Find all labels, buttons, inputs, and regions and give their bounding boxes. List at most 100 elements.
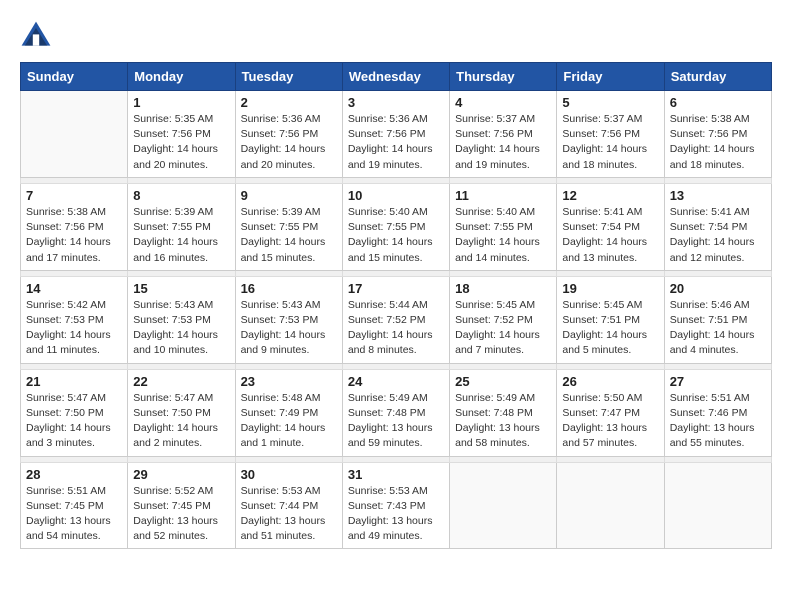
day-detail: Sunrise: 5:40 AMSunset: 7:55 PMDaylight:…	[455, 205, 551, 266]
calendar-cell: 27 Sunrise: 5:51 AMSunset: 7:46 PMDayligh…	[664, 369, 771, 456]
day-detail: Sunrise: 5:47 AMSunset: 7:50 PMDaylight:…	[133, 391, 229, 452]
day-detail: Sunrise: 5:48 AMSunset: 7:49 PMDaylight:…	[241, 391, 337, 452]
day-detail: Sunrise: 5:37 AMSunset: 7:56 PMDaylight:…	[455, 112, 551, 173]
day-number: 28	[26, 467, 122, 482]
day-number: 27	[670, 374, 766, 389]
day-detail: Sunrise: 5:42 AMSunset: 7:53 PMDaylight:…	[26, 298, 122, 359]
calendar-cell: 17 Sunrise: 5:44 AMSunset: 7:52 PMDayligh…	[342, 276, 449, 363]
day-number: 11	[455, 188, 551, 203]
calendar-cell: 15Sunrise: 5:43 AMSunset: 7:53 PMDayligh…	[128, 276, 235, 363]
column-header-wednesday: Wednesday	[342, 63, 449, 91]
calendar-week-row: 1 Sunrise: 5:35 AMSunset: 7:56 PMDaylight…	[21, 91, 772, 178]
column-header-friday: Friday	[557, 63, 664, 91]
day-detail: Sunrise: 5:39 AMSunset: 7:55 PMDaylight:…	[133, 205, 229, 266]
day-detail: Sunrise: 5:41 AMSunset: 7:54 PMDaylight:…	[670, 205, 766, 266]
column-header-saturday: Saturday	[664, 63, 771, 91]
calendar-cell: 1 Sunrise: 5:35 AMSunset: 7:56 PMDaylight…	[128, 91, 235, 178]
day-detail: Sunrise: 5:43 AMSunset: 7:53 PMDaylight:…	[133, 298, 229, 359]
day-number: 5	[562, 95, 658, 110]
calendar-cell: 2 Sunrise: 5:36 AMSunset: 7:56 PMDaylight…	[235, 91, 342, 178]
day-number: 23	[241, 374, 337, 389]
calendar-cell: 12 Sunrise: 5:41 AMSunset: 7:54 PMDayligh…	[557, 183, 664, 270]
day-detail: Sunrise: 5:44 AMSunset: 7:52 PMDaylight:…	[348, 298, 444, 359]
day-number: 16	[241, 281, 337, 296]
day-number: 3	[348, 95, 444, 110]
day-detail: Sunrise: 5:45 AMSunset: 7:51 PMDaylight:…	[562, 298, 658, 359]
calendar-week-row: 21Sunrise: 5:47 AMSunset: 7:50 PMDayligh…	[21, 369, 772, 456]
day-number: 20	[670, 281, 766, 296]
day-detail: Sunrise: 5:46 AMSunset: 7:51 PMDaylight:…	[670, 298, 766, 359]
day-number: 24	[348, 374, 444, 389]
day-detail: Sunrise: 5:53 AMSunset: 7:44 PMDaylight:…	[241, 484, 337, 545]
day-number: 1	[133, 95, 229, 110]
day-number: 29	[133, 467, 229, 482]
day-detail: Sunrise: 5:41 AMSunset: 7:54 PMDaylight:…	[562, 205, 658, 266]
day-number: 4	[455, 95, 551, 110]
day-detail: Sunrise: 5:36 AMSunset: 7:56 PMDaylight:…	[241, 112, 337, 173]
calendar-cell: 21Sunrise: 5:47 AMSunset: 7:50 PMDayligh…	[21, 369, 128, 456]
calendar-cell: 22 Sunrise: 5:47 AMSunset: 7:50 PMDayligh…	[128, 369, 235, 456]
column-header-monday: Monday	[128, 63, 235, 91]
day-detail: Sunrise: 5:39 AMSunset: 7:55 PMDaylight:…	[241, 205, 337, 266]
day-detail: Sunrise: 5:49 AMSunset: 7:48 PMDaylight:…	[455, 391, 551, 452]
day-detail: Sunrise: 5:35 AMSunset: 7:56 PMDaylight:…	[133, 112, 229, 173]
logo	[20, 20, 56, 52]
day-number: 26	[562, 374, 658, 389]
day-number: 12	[562, 188, 658, 203]
day-number: 13	[670, 188, 766, 203]
calendar-cell: 9 Sunrise: 5:39 AMSunset: 7:55 PMDaylight…	[235, 183, 342, 270]
day-number: 22	[133, 374, 229, 389]
day-detail: Sunrise: 5:45 AMSunset: 7:52 PMDaylight:…	[455, 298, 551, 359]
day-detail: Sunrise: 5:50 AMSunset: 7:47 PMDaylight:…	[562, 391, 658, 452]
calendar-cell: 8 Sunrise: 5:39 AMSunset: 7:55 PMDaylight…	[128, 183, 235, 270]
calendar-cell: 24Sunrise: 5:49 AMSunset: 7:48 PMDayligh…	[342, 369, 449, 456]
calendar-cell: 28 Sunrise: 5:51 AMSunset: 7:45 PMDayligh…	[21, 462, 128, 549]
day-number: 2	[241, 95, 337, 110]
calendar-week-row: 7Sunrise: 5:38 AMSunset: 7:56 PMDaylight…	[21, 183, 772, 270]
day-number: 18	[455, 281, 551, 296]
calendar-cell	[664, 462, 771, 549]
calendar-week-row: 28 Sunrise: 5:51 AMSunset: 7:45 PMDayligh…	[21, 462, 772, 549]
calendar-cell: 11 Sunrise: 5:40 AMSunset: 7:55 PMDayligh…	[450, 183, 557, 270]
calendar-header-row: SundayMondayTuesdayWednesdayThursdayFrid…	[21, 63, 772, 91]
calendar-cell: 25Sunrise: 5:49 AMSunset: 7:48 PMDayligh…	[450, 369, 557, 456]
day-detail: Sunrise: 5:51 AMSunset: 7:45 PMDaylight:…	[26, 484, 122, 545]
calendar-cell: 16Sunrise: 5:43 AMSunset: 7:53 PMDayligh…	[235, 276, 342, 363]
calendar-cell: 10Sunrise: 5:40 AMSunset: 7:55 PMDayligh…	[342, 183, 449, 270]
calendar-cell: 14 Sunrise: 5:42 AMSunset: 7:53 PMDayligh…	[21, 276, 128, 363]
day-detail: Sunrise: 5:51 AMSunset: 7:46 PMDaylight:…	[670, 391, 766, 452]
calendar-cell	[557, 462, 664, 549]
calendar-cell: 7Sunrise: 5:38 AMSunset: 7:56 PMDaylight…	[21, 183, 128, 270]
day-detail: Sunrise: 5:47 AMSunset: 7:50 PMDaylight:…	[26, 391, 122, 452]
day-detail: Sunrise: 5:37 AMSunset: 7:56 PMDaylight:…	[562, 112, 658, 173]
day-detail: Sunrise: 5:38 AMSunset: 7:56 PMDaylight:…	[670, 112, 766, 173]
calendar-cell: 13 Sunrise: 5:41 AMSunset: 7:54 PMDayligh…	[664, 183, 771, 270]
calendar-cell: 23 Sunrise: 5:48 AMSunset: 7:49 PMDayligh…	[235, 369, 342, 456]
day-number: 10	[348, 188, 444, 203]
day-detail: Sunrise: 5:36 AMSunset: 7:56 PMDaylight:…	[348, 112, 444, 173]
calendar-week-row: 14 Sunrise: 5:42 AMSunset: 7:53 PMDayligh…	[21, 276, 772, 363]
day-number: 8	[133, 188, 229, 203]
calendar-cell: 30 Sunrise: 5:53 AMSunset: 7:44 PMDayligh…	[235, 462, 342, 549]
day-detail: Sunrise: 5:38 AMSunset: 7:56 PMDaylight:…	[26, 205, 122, 266]
calendar-cell: 29Sunrise: 5:52 AMSunset: 7:45 PMDayligh…	[128, 462, 235, 549]
day-number: 31	[348, 467, 444, 482]
day-number: 17	[348, 281, 444, 296]
page-header	[20, 20, 772, 52]
logo-icon	[20, 20, 52, 52]
column-header-tuesday: Tuesday	[235, 63, 342, 91]
day-number: 9	[241, 188, 337, 203]
day-number: 6	[670, 95, 766, 110]
calendar-cell	[450, 462, 557, 549]
calendar-table: SundayMondayTuesdayWednesdayThursdayFrid…	[20, 62, 772, 549]
column-header-sunday: Sunday	[21, 63, 128, 91]
calendar-cell: 4 Sunrise: 5:37 AMSunset: 7:56 PMDaylight…	[450, 91, 557, 178]
calendar-cell: 6 Sunrise: 5:38 AMSunset: 7:56 PMDaylight…	[664, 91, 771, 178]
column-header-thursday: Thursday	[450, 63, 557, 91]
day-number: 14	[26, 281, 122, 296]
calendar-cell: 3 Sunrise: 5:36 AMSunset: 7:56 PMDaylight…	[342, 91, 449, 178]
calendar-cell: 19Sunrise: 5:45 AMSunset: 7:51 PMDayligh…	[557, 276, 664, 363]
calendar-cell: 5 Sunrise: 5:37 AMSunset: 7:56 PMDaylight…	[557, 91, 664, 178]
day-number: 30	[241, 467, 337, 482]
day-detail: Sunrise: 5:53 AMSunset: 7:43 PMDaylight:…	[348, 484, 444, 545]
